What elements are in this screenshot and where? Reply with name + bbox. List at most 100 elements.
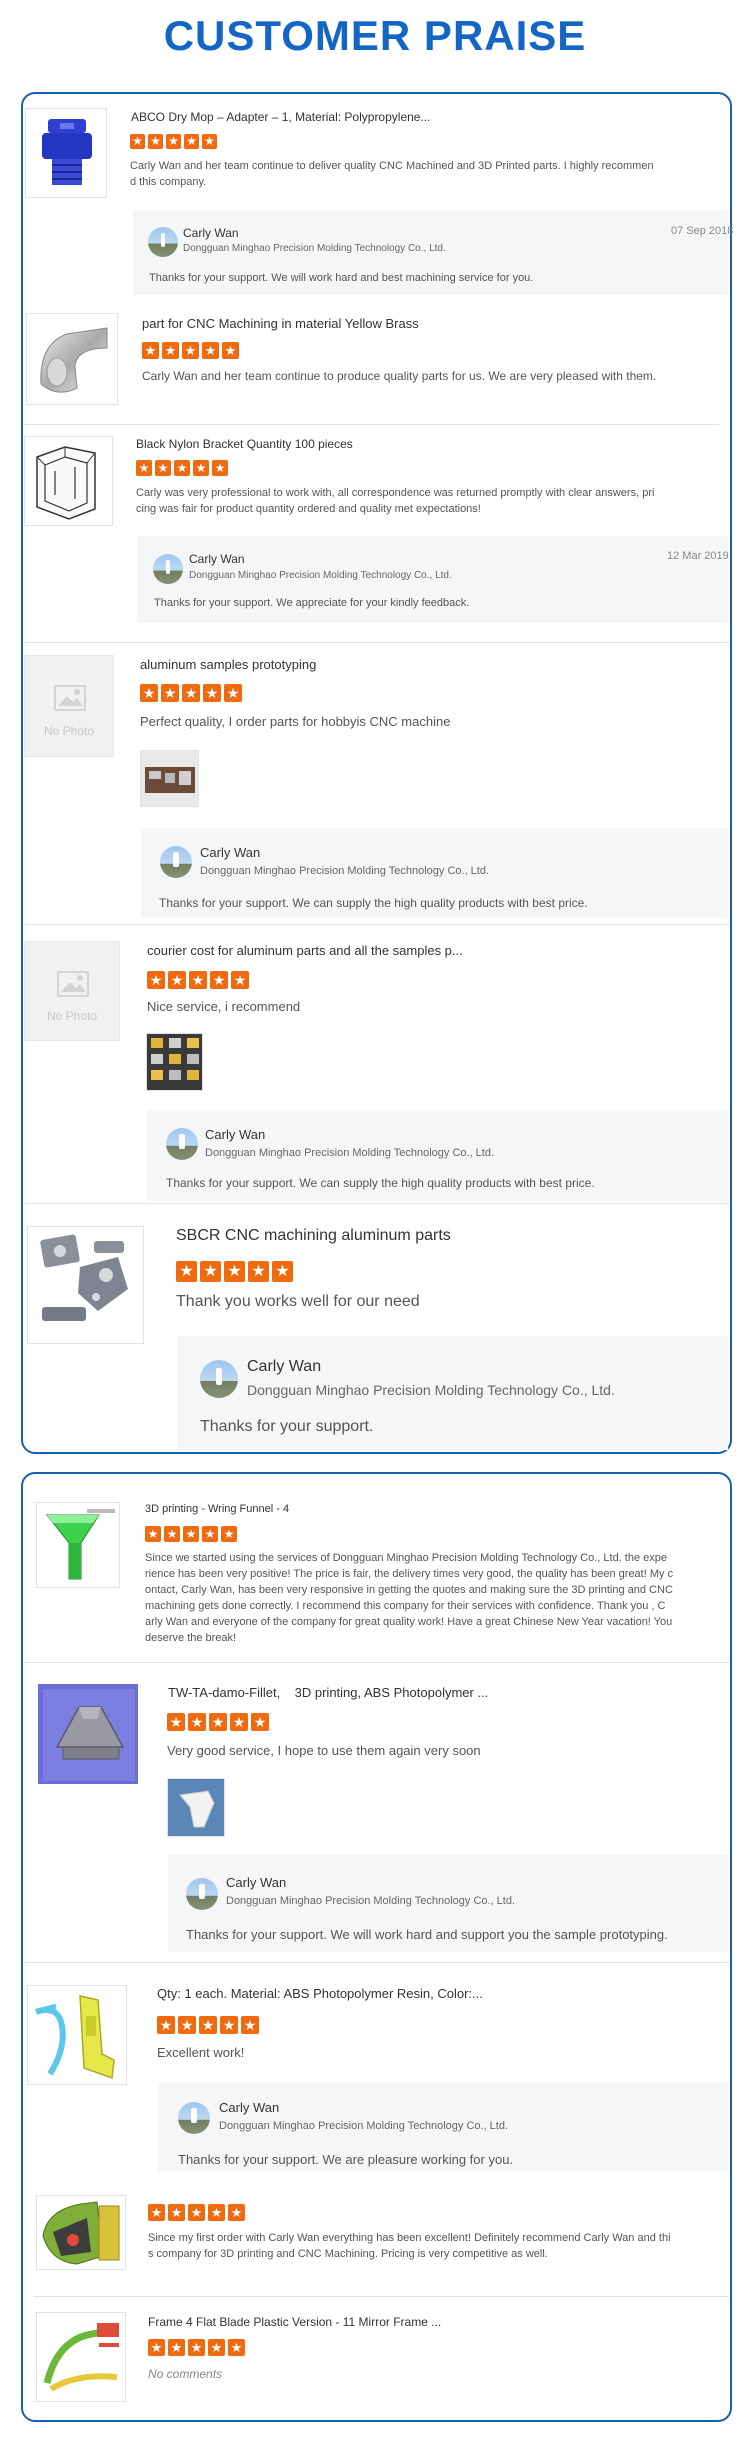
star-icon: [193, 460, 209, 476]
star-icon: [209, 1713, 227, 1731]
star-icon: [189, 971, 207, 989]
star-icon: [199, 2016, 217, 2034]
review-title[interactable]: Qty: 1 each. Material: ABS Photopolymer …: [157, 1986, 483, 2001]
star-icon: [251, 1713, 269, 1731]
review-title[interactable]: TW-TA-damo-Fillet, 3D printing, ABS Phot…: [168, 1685, 488, 1700]
star-icon: [272, 1261, 293, 1282]
product-thumbnail[interactable]: [25, 108, 107, 198]
review-photo[interactable]: [167, 1778, 225, 1837]
review-text-line: Since we started using the services of D…: [145, 1552, 667, 1564]
star-icon: [182, 684, 200, 702]
reply-company: Dongguan Minghao Precision Molding Techn…: [219, 2120, 509, 2132]
reply-text: Thanks for your support. We are pleasure…: [178, 2152, 514, 2167]
reply-name: Carly Wan: [247, 1358, 322, 1375]
no-photo-label: No Photo: [43, 724, 95, 738]
review-text-line: Since my first order with Carly Wan ever…: [148, 2232, 671, 2244]
product-thumbnail[interactable]: [27, 1985, 127, 2085]
review-text-line: rience has been very positive! The price…: [145, 1568, 674, 1580]
reply-date: 07 Sep 2018: [671, 225, 734, 237]
star-icon: [142, 342, 159, 359]
star-icon: [168, 2204, 185, 2221]
review-text-line: Carly was very professional to work with…: [136, 487, 655, 499]
reply-text: Thanks for your support.: [200, 1418, 374, 1435]
star-icon: [228, 2204, 245, 2221]
star-icon: [230, 1713, 248, 1731]
star-icon: [202, 134, 217, 149]
review-title[interactable]: Black Nylon Bracket Quantity 100 pieces: [136, 437, 353, 451]
review-text-line: deserve the break!: [145, 1632, 237, 1644]
star-icon: [222, 342, 239, 359]
no-photo-placeholder: No Photo: [24, 941, 120, 1041]
reply-name: Carly Wan: [219, 2100, 280, 2115]
reply-text: Thanks for your support. We will work ha…: [149, 272, 534, 284]
review-title[interactable]: Frame 4 Flat Blade Plastic Version - 11 …: [148, 2315, 441, 2329]
review-title[interactable]: ABCO Dry Mop – Adapter – 1, Material: Po…: [131, 110, 430, 124]
divider: [24, 1662, 729, 1663]
star-icon: [203, 684, 221, 702]
star-icon: [148, 2204, 165, 2221]
star-icon: [157, 2016, 175, 2034]
rating-stars: [136, 460, 231, 481]
avatar: [186, 1878, 218, 1910]
review-text-line: Very good service, I hope to use them ag…: [167, 1743, 481, 1758]
product-thumbnail[interactable]: [36, 2312, 126, 2402]
avatar: [178, 2102, 210, 2134]
star-icon: [200, 1261, 221, 1282]
star-icon: [168, 2339, 185, 2356]
review-text-line: ontact, Carly Wan, has been very respons…: [145, 1584, 673, 1596]
rating-stars: [176, 1261, 296, 1287]
review-text-line: s company for 3D printing and CNC Machin…: [148, 2248, 548, 2260]
reply-company: Dongguan Minghao Precision Molding Techn…: [226, 1895, 516, 1907]
star-icon: [231, 971, 249, 989]
reply-name: Carly Wan: [200, 845, 261, 860]
avatar: [153, 554, 183, 584]
review-text-line: Thank you works well for our need: [176, 1293, 420, 1310]
rating-stars: [157, 2016, 262, 2039]
product-thumbnail[interactable]: [36, 1502, 120, 1588]
review-text-line: Carly Wan and her team continue to produ…: [142, 369, 657, 383]
rating-stars: [148, 2339, 248, 2361]
star-icon: [174, 460, 190, 476]
star-icon: [182, 342, 199, 359]
review-title[interactable]: SBCR CNC machining aluminum parts: [176, 1227, 451, 1245]
divider: [24, 642, 729, 643]
review-photo[interactable]: [140, 750, 199, 807]
star-icon: [164, 1526, 180, 1542]
star-icon: [210, 971, 228, 989]
star-icon: [202, 1526, 218, 1542]
reply-date: 12 Mar 2019: [667, 550, 729, 562]
reply-company: Dongguan Minghao Precision Molding Techn…: [200, 865, 490, 877]
reply-text: Thanks for your support. We can supply t…: [159, 896, 588, 910]
reply-name: Carly Wan: [189, 552, 245, 566]
review-text-line: machining gets done correctly. I recomme…: [145, 1600, 666, 1612]
rating-stars: [148, 2204, 248, 2226]
page-title: CUSTOMER PRAISE: [163, 12, 587, 59]
product-thumbnail[interactable]: [27, 1226, 144, 1344]
review-title[interactable]: 3D printing - Wring Funnel - 4: [145, 1503, 289, 1515]
star-icon: [130, 134, 145, 149]
star-icon: [224, 1261, 245, 1282]
star-icon: [188, 2339, 205, 2356]
rating-stars: [130, 134, 220, 154]
star-icon: [184, 134, 199, 149]
review-photo[interactable]: [146, 1033, 203, 1091]
star-icon: [161, 684, 179, 702]
review-text-line: No comments: [148, 2367, 223, 2381]
divider: [34, 2296, 729, 2297]
rating-stars: [167, 1713, 272, 1736]
reply-text: Thanks for your support. We will work ha…: [186, 1927, 668, 1942]
review-text-line: Carly Wan and her team continue to deliv…: [130, 160, 654, 172]
product-thumbnail[interactable]: [26, 313, 118, 405]
star-icon: [241, 2016, 259, 2034]
review-title[interactable]: aluminum samples prototyping: [140, 657, 316, 672]
avatar: [160, 846, 192, 878]
product-thumbnail[interactable]: [24, 436, 113, 526]
product-thumbnail[interactable]: [38, 1684, 138, 1784]
review-text-line: Nice service, i recommend: [147, 999, 301, 1014]
review-title[interactable]: part for CNC Machining in material Yello…: [142, 316, 419, 331]
review-title[interactable]: courier cost for aluminum parts and all …: [147, 943, 463, 958]
divider: [24, 424, 719, 425]
star-icon: [155, 460, 171, 476]
reply-text: Thanks for your support. We appreciate f…: [154, 597, 470, 609]
product-thumbnail[interactable]: [36, 2195, 126, 2270]
